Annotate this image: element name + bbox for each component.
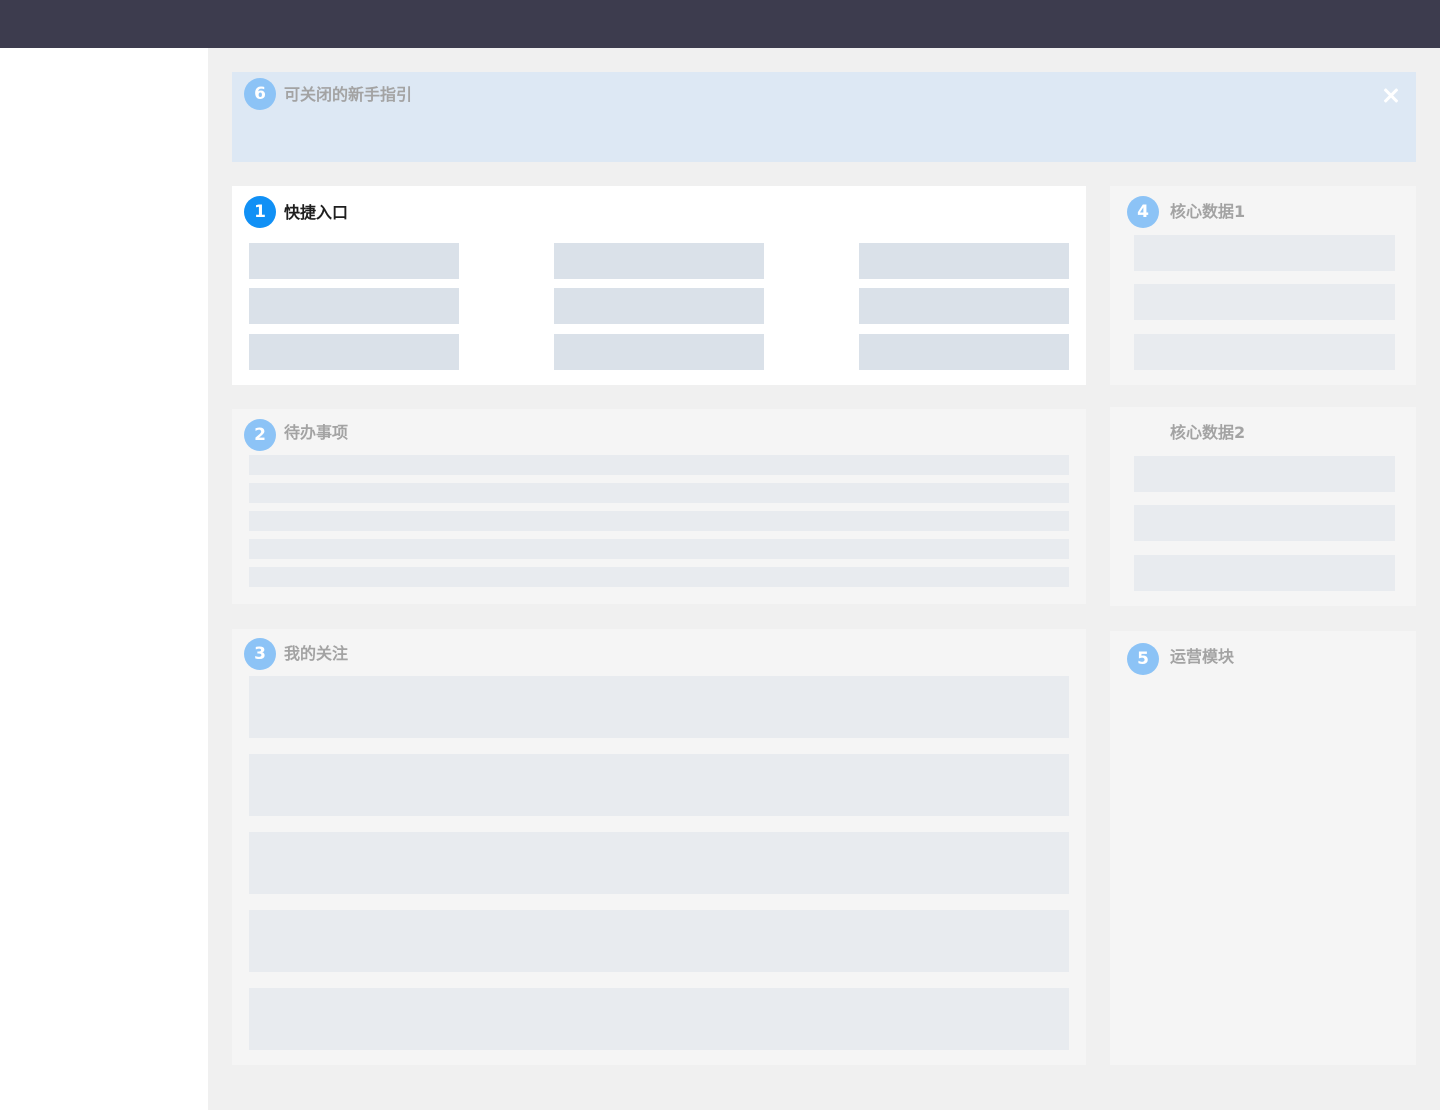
guide-step-badge: 6 <box>244 78 276 110</box>
core-data-1-item[interactable] <box>1134 284 1395 320</box>
core-data-1-item[interactable] <box>1134 334 1395 370</box>
quick-entry-item[interactable] <box>859 243 1069 279</box>
core-data-2-title: 核心数据2 <box>1170 423 1246 442</box>
operations-step-badge: 5 <box>1127 643 1159 675</box>
follow-list-item[interactable] <box>249 832 1069 894</box>
todo-list-item[interactable] <box>249 539 1069 559</box>
core-data-2-item[interactable] <box>1134 555 1395 591</box>
guide-title: 可关闭的新手指引 <box>284 85 413 104</box>
follow-title: 我的关注 <box>284 644 349 663</box>
quick-entry-item[interactable] <box>859 334 1069 370</box>
follow-list-item[interactable] <box>249 910 1069 972</box>
core-data-1-step-badge: 4 <box>1127 196 1159 228</box>
quick-entry-title: 快捷入口 <box>284 203 349 222</box>
core-data-2-item[interactable] <box>1134 456 1395 492</box>
core-data-2-card: 核心数据2 <box>1110 407 1416 606</box>
core-data-1-card: 4 核心数据1 <box>1110 186 1416 385</box>
close-icon[interactable] <box>1381 86 1401 106</box>
follow-list-item[interactable] <box>249 988 1069 1050</box>
todo-list-item[interactable] <box>249 483 1069 503</box>
todo-title: 待办事项 <box>284 423 349 442</box>
quick-entry-item[interactable] <box>249 288 459 324</box>
my-follow-card: 3 我的关注 <box>232 629 1086 1065</box>
todo-list-item[interactable] <box>249 455 1069 475</box>
top-navigation-bar <box>0 0 1440 48</box>
quick-entry-item[interactable] <box>554 288 764 324</box>
sidebar <box>0 48 208 1110</box>
core-data-2-item[interactable] <box>1134 505 1395 541</box>
follow-list-item[interactable] <box>249 754 1069 816</box>
quick-entry-item[interactable] <box>249 334 459 370</box>
newbie-guide-banner: 6 可关闭的新手指引 <box>232 72 1416 162</box>
todo-list-item[interactable] <box>249 567 1069 587</box>
todo-card: 2 待办事项 <box>232 409 1086 604</box>
todo-step-badge: 2 <box>244 419 276 451</box>
follow-list-item[interactable] <box>249 676 1069 738</box>
core-data-1-title: 核心数据1 <box>1170 202 1246 221</box>
quick-entry-item[interactable] <box>554 243 764 279</box>
operations-title: 运营模块 <box>1170 647 1235 666</box>
core-data-1-item[interactable] <box>1134 235 1395 271</box>
quick-entry-item[interactable] <box>249 243 459 279</box>
quick-entry-card: 1 快捷入口 <box>232 186 1086 385</box>
quick-entry-item[interactable] <box>554 334 764 370</box>
operations-module-card: 5 运营模块 <box>1110 631 1416 1065</box>
follow-step-badge: 3 <box>244 638 276 670</box>
todo-list-item[interactable] <box>249 511 1069 531</box>
quick-entry-step-badge: 1 <box>244 196 276 228</box>
quick-entry-item[interactable] <box>859 288 1069 324</box>
